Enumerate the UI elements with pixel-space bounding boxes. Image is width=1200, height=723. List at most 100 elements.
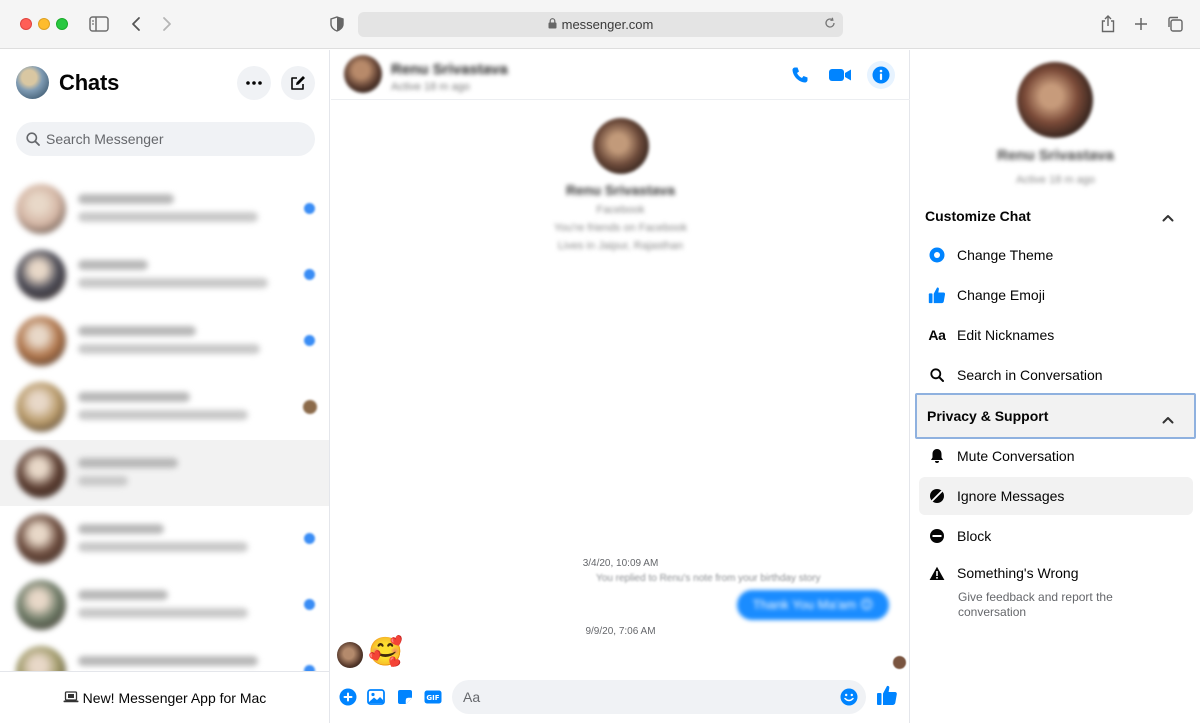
back-icon[interactable]: [125, 13, 147, 35]
intro-line: You're friends on Facebook: [553, 222, 688, 234]
video-call-button[interactable]: [827, 62, 853, 88]
new-message-button[interactable]: [281, 66, 315, 100]
chat-list-item[interactable]: [0, 242, 329, 308]
browser-toolbar: messenger.com: [0, 0, 1200, 49]
image-icon: [367, 689, 385, 705]
menu-item-label: Change Emoji: [957, 287, 1045, 303]
chat-list-item[interactable]: [0, 374, 329, 440]
more-icon: [246, 81, 262, 85]
send-like-button[interactable]: [876, 684, 898, 711]
conversation-info-button[interactable]: [867, 61, 895, 89]
block-item[interactable]: Block: [919, 517, 1193, 555]
contact-avatar[interactable]: [344, 55, 382, 93]
mac-app-promo[interactable]: New! Messenger App for Mac: [0, 671, 329, 723]
chat-list-item[interactable]: [0, 506, 329, 572]
chat-preview: [78, 410, 248, 420]
chat-preview: [78, 344, 260, 354]
ignore-icon: [928, 487, 946, 505]
intro-line: Lives in Jaipur, Rajasthan: [557, 240, 684, 252]
change-theme-item[interactable]: Change Theme: [919, 236, 1193, 274]
chat-avatar: [16, 184, 66, 234]
chat-list-item[interactable]: [0, 308, 329, 374]
reload-icon[interactable]: [824, 17, 836, 32]
audio-call-button[interactable]: [787, 62, 813, 88]
message-timestamp: 3/4/20, 10:09 AM: [582, 558, 659, 569]
chat-avatar: [16, 316, 66, 366]
compose-icon: [291, 76, 305, 90]
ignore-messages-item[interactable]: Ignore Messages: [919, 477, 1193, 515]
promo-label: New! Messenger App for Mac: [82, 689, 267, 706]
chat-avatar: [16, 250, 66, 300]
message-input-field[interactable]: [452, 680, 866, 714]
mute-conversation-item[interactable]: Mute Conversation: [919, 437, 1193, 475]
contact-name[interactable]: Renu Srivastava: [391, 61, 508, 78]
emoji-picker-icon[interactable]: [840, 688, 858, 711]
attach-photo-button[interactable]: [365, 686, 387, 708]
intro-name: Renu Srivastava: [566, 182, 675, 198]
info-avatar[interactable]: [1017, 62, 1093, 138]
menu-item-label: Edit Nicknames: [957, 327, 1055, 343]
sidebar-toggle-icon[interactable]: [88, 13, 110, 35]
nickname-glyph: Aa: [928, 327, 946, 343]
chat-list-item[interactable]: [0, 176, 329, 242]
chat-avatar: [16, 382, 66, 432]
search-field[interactable]: [16, 122, 315, 156]
new-tab-icon[interactable]: [1130, 13, 1152, 35]
address-text: messenger.com: [561, 17, 654, 32]
share-icon[interactable]: [1097, 13, 1119, 35]
change-emoji-item[interactable]: Change Emoji: [919, 276, 1193, 314]
chat-name: [78, 524, 164, 534]
conversation-pane: Renu Srivastava Active 18 m ago Renu Sri…: [331, 50, 910, 723]
message-input[interactable]: [463, 689, 823, 705]
chat-preview: [78, 212, 258, 222]
something-wrong-item[interactable]: Something's Wrong: [919, 554, 1193, 592]
my-avatar[interactable]: [16, 66, 49, 99]
chat-list-item[interactable]: [0, 572, 329, 638]
unread-dot: [304, 599, 315, 610]
search-input[interactable]: [46, 131, 286, 147]
thumbs-up-icon: [928, 286, 946, 304]
edit-nicknames-item[interactable]: Aa Edit Nicknames: [919, 316, 1193, 354]
customize-chat-header[interactable]: Customize Chat: [915, 193, 1196, 239]
menu-item-label: Ignore Messages: [957, 488, 1065, 504]
minimize-window-button[interactable]: [38, 18, 50, 30]
chat-avatar: [16, 514, 66, 564]
lock-icon: [548, 17, 557, 32]
info-contact-status: Active 18 m ago: [1016, 174, 1095, 186]
chat-avatar: [16, 580, 66, 630]
tab-overview-icon[interactable]: [1164, 13, 1186, 35]
close-window-button[interactable]: [20, 18, 32, 30]
theme-icon: [928, 246, 946, 264]
more-actions-button[interactable]: [337, 686, 359, 708]
options-button[interactable]: [237, 66, 271, 100]
gif-icon: GIF: [424, 690, 442, 704]
search-icon: [928, 366, 946, 384]
incoming-message[interactable]: 🥰: [368, 635, 403, 668]
chat-list-item[interactable]: [0, 638, 329, 671]
conversation-header: Renu Srivastava Active 18 m ago: [331, 50, 910, 100]
nickname-icon: Aa: [928, 326, 946, 344]
sticker-button[interactable]: [394, 686, 416, 708]
privacy-support-header[interactable]: Privacy & Support: [915, 393, 1196, 439]
intro-avatar: [592, 118, 649, 174]
sender-avatar[interactable]: [337, 642, 363, 668]
info-contact-name: Renu Srivastava: [997, 147, 1114, 164]
read-receipt-avatar: [303, 400, 317, 414]
search-conversation-item[interactable]: Search in Conversation: [919, 356, 1193, 394]
thumbs-up-icon: [877, 685, 897, 705]
warning-icon: [928, 564, 946, 582]
forward-icon[interactable]: [156, 13, 178, 35]
chat-name: [78, 392, 190, 402]
gif-button[interactable]: GIF: [422, 686, 444, 708]
something-wrong-description: Give feedback and report the conversatio…: [958, 590, 1113, 619]
privacy-shield-icon[interactable]: [326, 13, 348, 35]
block-icon: [928, 527, 946, 545]
chat-name: [78, 326, 196, 336]
conversation-intro: Renu Srivastava Facebook You're friends …: [331, 118, 910, 252]
outgoing-message[interactable]: Thank You Ma'am 😊: [737, 590, 889, 620]
menu-item-label: Search in Conversation: [957, 367, 1103, 383]
zoom-window-button[interactable]: [56, 18, 68, 30]
unread-dot: [304, 335, 315, 346]
address-bar[interactable]: messenger.com: [358, 12, 843, 37]
chat-list-item[interactable]: [0, 440, 329, 506]
